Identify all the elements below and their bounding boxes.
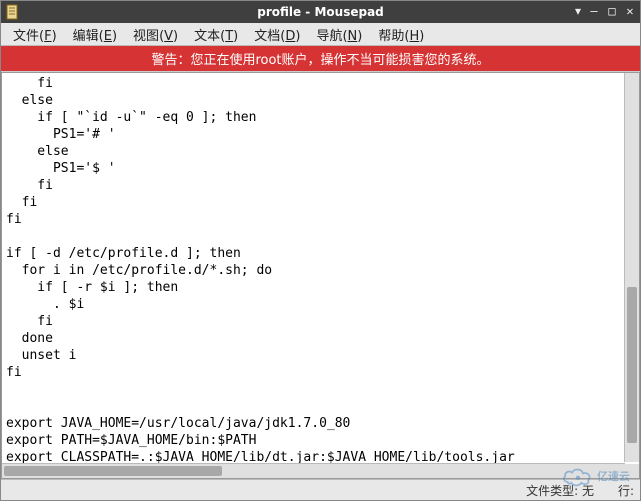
app-icon [5,4,21,20]
window-controls: ▾ – □ ✕ [572,3,638,19]
menubar: 文件(F) 编辑(E) 视图(V) 文本(T) 文档(D) 导航(N) 帮助(H… [1,23,640,46]
scrollbar-horizontal-thumb[interactable] [4,466,222,476]
window-title: profile - Mousepad [1,5,640,19]
editor-viewport[interactable]: fi else if [ "`id -u`" -eq 0 ]; then PS1… [1,72,640,479]
maximize-button[interactable]: □ [604,3,620,19]
scrollbar-horizontal[interactable] [2,463,625,478]
statusbar: 文件类型: 无 行: [1,479,640,500]
menu-file[interactable]: 文件(F) [5,23,65,46]
editor-text[interactable]: fi else if [ "`id -u`" -eq 0 ]; then PS1… [2,73,639,468]
status-filetype: 文件类型: 无 [526,482,594,499]
app-window: profile - Mousepad ▾ – □ ✕ 文件(F) 编辑(E) 视… [0,0,641,501]
dropdown-icon[interactable]: ▾ [572,3,584,19]
status-line: 行: [618,482,634,499]
editor-area: fi else if [ "`id -u`" -eq 0 ]; then PS1… [1,71,640,479]
root-warning-banner: 警告：您正在使用root账户，操作不当可能损害您的系统。 [1,46,640,71]
scrollbar-vertical-thumb[interactable] [627,287,637,443]
menu-view[interactable]: 视图(V) [125,23,186,46]
scrollbar-vertical[interactable] [624,73,639,462]
menu-help[interactable]: 帮助(H) [370,23,432,46]
menu-edit[interactable]: 编辑(E) [65,23,125,46]
scroll-corner [625,464,639,478]
menu-document[interactable]: 文档(D) [246,23,308,46]
titlebar: profile - Mousepad ▾ – □ ✕ [1,1,640,23]
close-button[interactable]: ✕ [622,3,638,19]
menu-navigate[interactable]: 导航(N) [308,23,370,46]
minimize-button[interactable]: – [586,3,602,19]
menu-text[interactable]: 文本(T) [186,23,246,46]
